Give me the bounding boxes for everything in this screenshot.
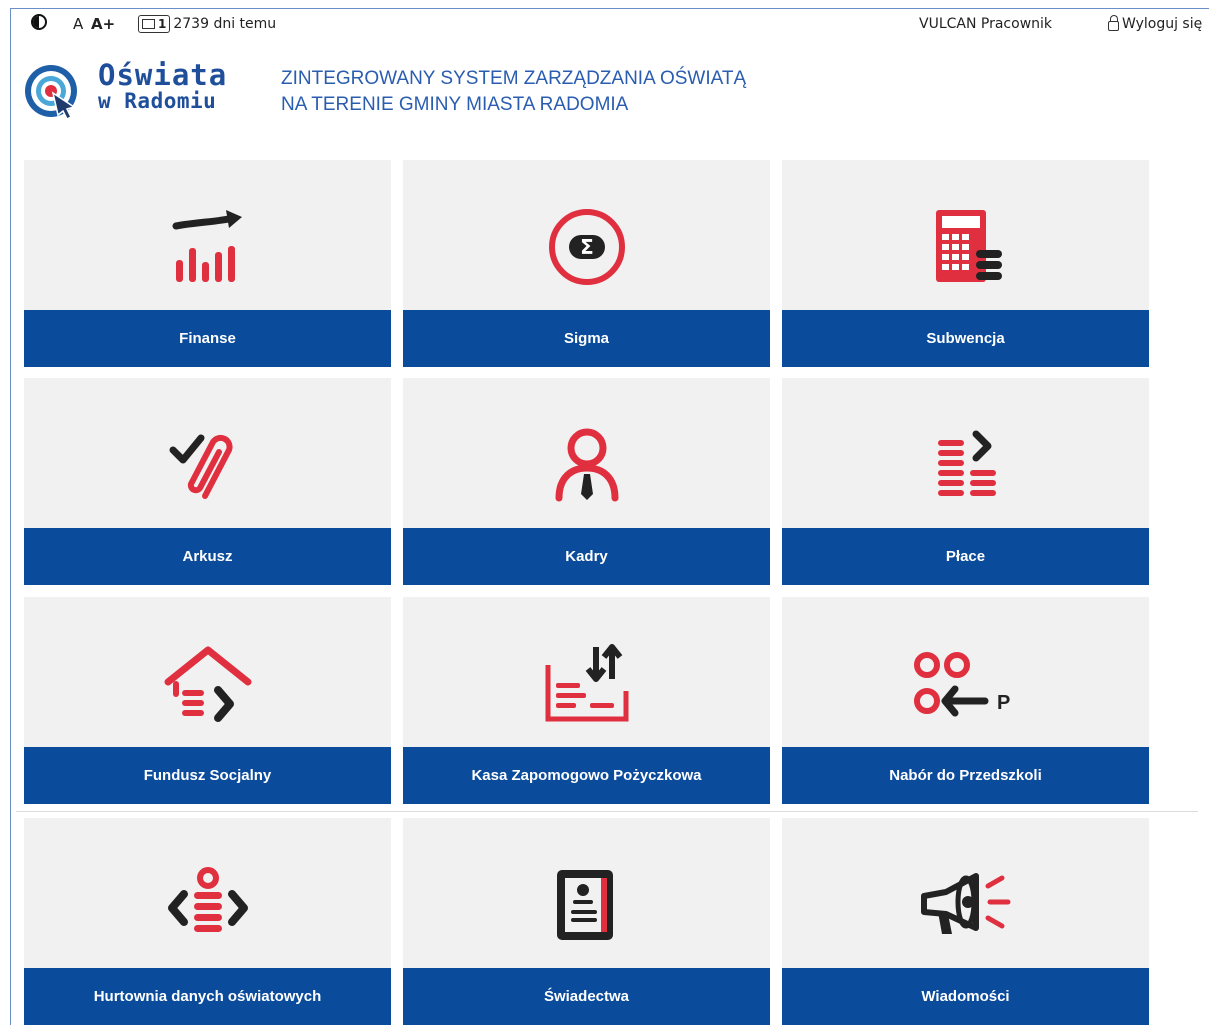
person-tie-icon bbox=[555, 428, 618, 502]
house-list-icon bbox=[164, 646, 251, 722]
logout-label: Wyloguj się bbox=[1122, 16, 1203, 32]
calculator-icon bbox=[935, 210, 1002, 282]
oswiata-logo[interactable] bbox=[22, 60, 84, 122]
font-size-large-button[interactable]: A+ bbox=[91, 14, 115, 34]
top-bar: A A+ 1 2739 dni temu VULCAN Pracownik Wy… bbox=[0, 0, 1209, 36]
tile-hurtownia-danych-oswiatowych[interactable]: Hurtownia danych oświatowych bbox=[24, 818, 391, 1025]
data-warehouse-icon bbox=[167, 867, 248, 932]
tile-kasa-zapomogowo-pozyczkowa[interactable]: Kasa Zapomogowo Pożyczkowa bbox=[403, 597, 770, 804]
tile-swiadectwa[interactable]: Świadectwa bbox=[403, 818, 770, 1025]
tile-label: Kasa Zapomogowo Pożyczkowa bbox=[403, 747, 770, 804]
certificate-icon bbox=[556, 870, 613, 940]
tile-subwencja[interactable]: Subwencja bbox=[782, 160, 1149, 367]
system-headline: ZINTEGROWANY SYSTEM ZARZĄDZANIA OŚWIATĄ … bbox=[281, 66, 746, 118]
tile-kadry[interactable]: Kadry bbox=[403, 378, 770, 585]
tile-label: Świadectwa bbox=[403, 968, 770, 1025]
logout-link[interactable]: Wyloguj się bbox=[1108, 14, 1202, 34]
tile-wiadomosci[interactable]: Wiadomości bbox=[782, 818, 1149, 1025]
tile-label: Kadry bbox=[403, 528, 770, 585]
megaphone-icon bbox=[920, 873, 1010, 934]
headline-line-1: ZINTEGROWANY SYSTEM ZARZĄDZANIA OŚWIATĄ bbox=[281, 68, 747, 89]
tile-sigma[interactable]: Σ Sigma bbox=[403, 160, 770, 367]
messages-count: 1 bbox=[158, 17, 167, 31]
contrast-toggle-icon[interactable] bbox=[31, 14, 47, 30]
tile-label: Nabór do Przedszkoli bbox=[782, 747, 1149, 804]
cash-transfer-icon bbox=[545, 644, 628, 722]
messages-badge[interactable]: 1 bbox=[138, 15, 171, 33]
tile-fundusz-socjalny[interactable]: Fundusz Socjalny bbox=[24, 597, 391, 804]
font-size-normal-button[interactable]: A bbox=[73, 14, 83, 34]
brand-line-2: w Radomiu bbox=[98, 89, 217, 113]
envelope-icon bbox=[142, 19, 155, 29]
tile-label: Płace bbox=[782, 528, 1149, 585]
svg-text:Σ: Σ bbox=[580, 235, 594, 259]
coins-arrow-icon bbox=[937, 430, 996, 496]
preschool-enrollment-icon: P bbox=[913, 652, 1010, 717]
user-name[interactable]: VULCAN Pracownik bbox=[919, 14, 1052, 34]
messages-indicator[interactable]: 1 2739 dni temu bbox=[138, 14, 276, 34]
sigma-icon: Σ bbox=[548, 209, 625, 285]
section-divider bbox=[16, 811, 1198, 812]
tile-label: Hurtownia danych oświatowych bbox=[24, 968, 391, 1025]
tile-label: Fundusz Socjalny bbox=[24, 747, 391, 804]
preschool-p-glyph: P bbox=[997, 692, 1010, 714]
tile-place[interactable]: Płace bbox=[782, 378, 1149, 585]
tile-finanse[interactable]: Finanse bbox=[24, 160, 391, 367]
brand-line-1: Oświata bbox=[98, 58, 228, 92]
tile-label: Finanse bbox=[24, 310, 391, 367]
tile-nabor-do-przedszkoli[interactable]: P Nabór do Przedszkoli bbox=[782, 597, 1149, 804]
tile-label: Wiadomości bbox=[782, 968, 1149, 1025]
finance-chart-icon bbox=[172, 210, 242, 282]
tile-label: Arkusz bbox=[24, 528, 391, 585]
last-login-text: 2739 dni temu bbox=[173, 16, 277, 32]
brand-name: Oświata w Radomiu bbox=[98, 60, 227, 112]
lock-icon bbox=[1108, 15, 1119, 31]
tile-label: Sigma bbox=[403, 310, 770, 367]
paperclip-check-icon bbox=[169, 434, 233, 499]
tile-label: Subwencja bbox=[782, 310, 1149, 367]
headline-line-2: NA TERENIE GMINY MIASTA RADOMIA bbox=[281, 94, 629, 115]
tile-arkusz[interactable]: Arkusz bbox=[24, 378, 391, 585]
